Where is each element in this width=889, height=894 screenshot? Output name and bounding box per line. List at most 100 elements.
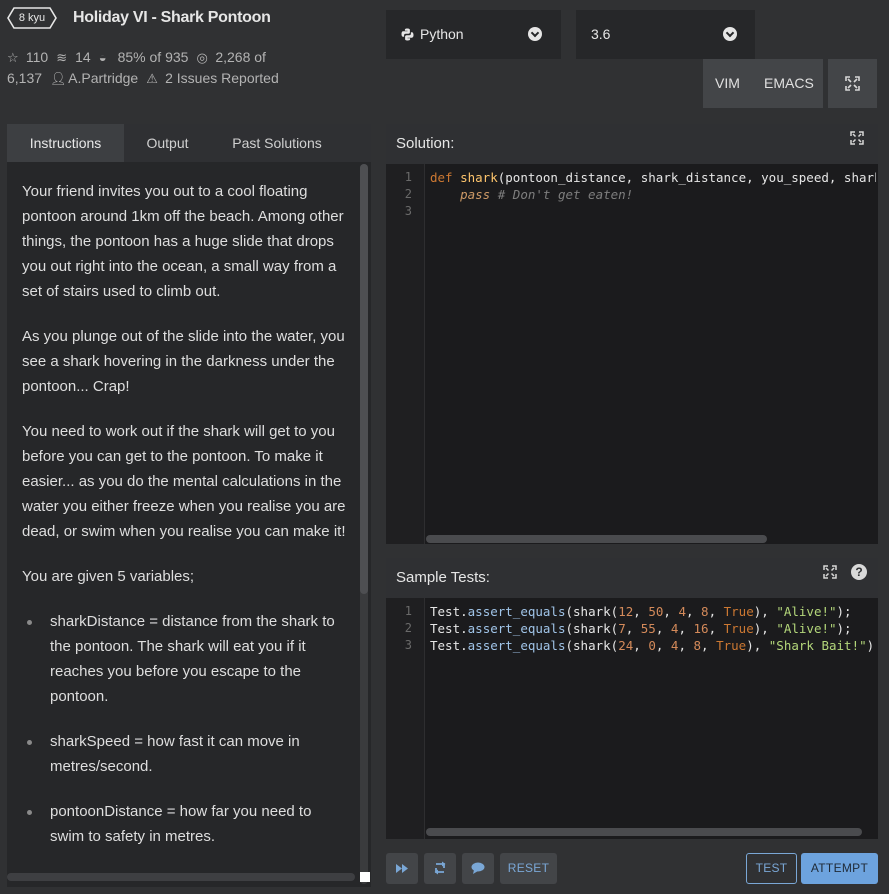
tab-output[interactable]: Output — [124, 124, 211, 162]
collection-icon: ≋ — [56, 50, 68, 65]
horizontal-scrollbar[interactable] — [7, 873, 355, 881]
reload-button[interactable] — [424, 853, 456, 884]
code-method: assert_equals — [467, 638, 566, 653]
code-punct: , — [701, 638, 717, 653]
horizontal-scrollbar[interactable] — [426, 535, 767, 543]
tab-instructions[interactable]: Instructions — [7, 124, 124, 162]
code-boolean: True — [716, 638, 747, 653]
code-punct: , — [708, 621, 724, 636]
code-method: assert_equals — [467, 604, 566, 619]
issues-stat[interactable]: ⚠︎ 2 Issues Reported — [146, 68, 279, 89]
help-icon[interactable]: ? — [851, 564, 867, 580]
code-method: assert_equals — [467, 621, 566, 636]
code-punct: , — [655, 621, 671, 636]
test-label: TEST — [755, 861, 788, 875]
code-string: "Alive!" — [776, 621, 837, 636]
completed-of: of — [254, 49, 266, 65]
reset-button[interactable]: RESET — [500, 853, 557, 884]
instructions-content: Your friend invites you out to a cool fl… — [22, 179, 347, 869]
fullscreen-button[interactable] — [828, 59, 877, 108]
emacs-button[interactable]: EMACS — [764, 59, 814, 108]
code-boolean: True — [723, 621, 754, 636]
code-line: Test.assert_equals(shark(24, 0, 4, 8, Tr… — [430, 637, 876, 654]
code-punct: ); — [836, 604, 852, 619]
code-function-name: shark — [573, 604, 611, 619]
solution-header: Solution: — [386, 124, 878, 164]
code-keyword: def — [430, 170, 453, 185]
code-punct: , — [625, 621, 641, 636]
code-function-name: shark — [460, 170, 498, 185]
description-paragraph: You need to work out if the shark will g… — [22, 423, 346, 540]
solution-editor: Solution: 1 2 3 def shark(pontoon_distan… — [386, 124, 878, 544]
author-stat[interactable]: 👤︎ A.Partridge — [50, 68, 138, 89]
completed-stat: ◎ 2,268 of — [196, 47, 266, 68]
code-punct: ), — [746, 638, 769, 653]
sample-tests-header: Sample Tests: ? — [386, 558, 878, 598]
expand-icon — [823, 565, 837, 579]
satisfaction-pct: 85% — [117, 49, 146, 65]
panel-tabs: Instructions Output Past Solutions — [7, 124, 371, 162]
test-button[interactable]: TEST — [746, 853, 797, 884]
vim-button[interactable]: VIM — [715, 59, 740, 108]
code-punct: ); — [866, 638, 876, 653]
sample-tests-code[interactable]: Test.assert_equals(shark(12, 50, 4, 8, T… — [430, 603, 876, 828]
version-value: 3.6 — [591, 26, 611, 42]
rank-badge: 8 kyu — [7, 7, 57, 29]
code-number: 7 — [618, 621, 626, 636]
code-boolean: True — [723, 604, 754, 619]
language-value: Python — [420, 26, 464, 42]
chevron-down-icon — [528, 27, 542, 41]
solution-code[interactable]: def shark(pontoon_distance, shark_distan… — [430, 169, 876, 529]
collections-stat[interactable]: ≋ 14 — [56, 47, 90, 68]
star-icon: ☆ — [7, 50, 19, 65]
code-punct: ( — [565, 604, 574, 619]
code-punct: ( — [565, 621, 574, 636]
horizontal-scrollbar[interactable] — [426, 828, 862, 836]
version-select[interactable]: 3.6 — [576, 10, 755, 59]
list-item: sharkSpeed = how fast it can move in met… — [22, 729, 347, 779]
code-number: 24 — [618, 638, 634, 653]
line-number: 1 — [404, 170, 412, 184]
code-object: Test — [430, 621, 461, 636]
code-function-name: shark — [573, 638, 611, 653]
scroll-corner — [360, 872, 370, 882]
tab-past-solutions[interactable]: Past Solutions — [211, 124, 343, 162]
code-punct: , — [685, 604, 702, 619]
discuss-button[interactable] — [462, 853, 494, 884]
code-punct: ), — [753, 604, 777, 619]
reset-label: RESET — [507, 861, 550, 875]
refresh-icon — [434, 861, 446, 875]
warning-icon: ⚠︎ — [146, 71, 158, 86]
code-punct: ( — [565, 638, 574, 653]
satisfaction-stat: ◒ 85% of 935 — [99, 47, 189, 68]
line-gutter: 1 2 3 — [386, 164, 425, 544]
code-punct: , — [633, 604, 649, 619]
code-number: 8 — [693, 638, 702, 653]
code-params: (pontoon_distance, shark_distance, you_s… — [497, 170, 876, 185]
eye-icon: ◒ — [98, 50, 107, 65]
code-punct: , — [633, 638, 649, 653]
line-gutter: 1 2 3 — [386, 598, 425, 839]
scrollbar-thumb[interactable] — [360, 164, 368, 594]
sample-tests-editor: Sample Tests: ? 1 2 3 Test.assert_equals… — [386, 558, 878, 839]
target-icon: ◎ — [196, 50, 208, 65]
code-punct: , — [678, 621, 694, 636]
code-number: 8 — [701, 604, 709, 619]
instructions-panel: Instructions Output Past Solutions Your … — [7, 124, 371, 887]
expand-icon — [850, 131, 864, 145]
line-number: 3 — [404, 204, 412, 218]
expand-button[interactable] — [823, 565, 839, 581]
code-punct: . — [460, 638, 468, 653]
user-icon: 👤︎ — [50, 71, 67, 86]
language-select[interactable]: Python — [386, 10, 561, 59]
skip-button[interactable] — [386, 853, 418, 884]
author-name: A.Partridge — [68, 70, 139, 86]
satisfaction-of: of 935 — [149, 49, 189, 65]
stars-stat[interactable]: ☆ 110 — [7, 47, 48, 68]
vertical-scrollbar[interactable] — [360, 164, 368, 884]
expand-button[interactable] — [850, 131, 866, 147]
variables-list: sharkDistance = distance from the shark … — [22, 609, 347, 849]
attempt-button[interactable]: ATTEMPT — [801, 853, 878, 884]
collections-count: 14 — [75, 49, 91, 65]
code-punct: . — [460, 604, 468, 619]
